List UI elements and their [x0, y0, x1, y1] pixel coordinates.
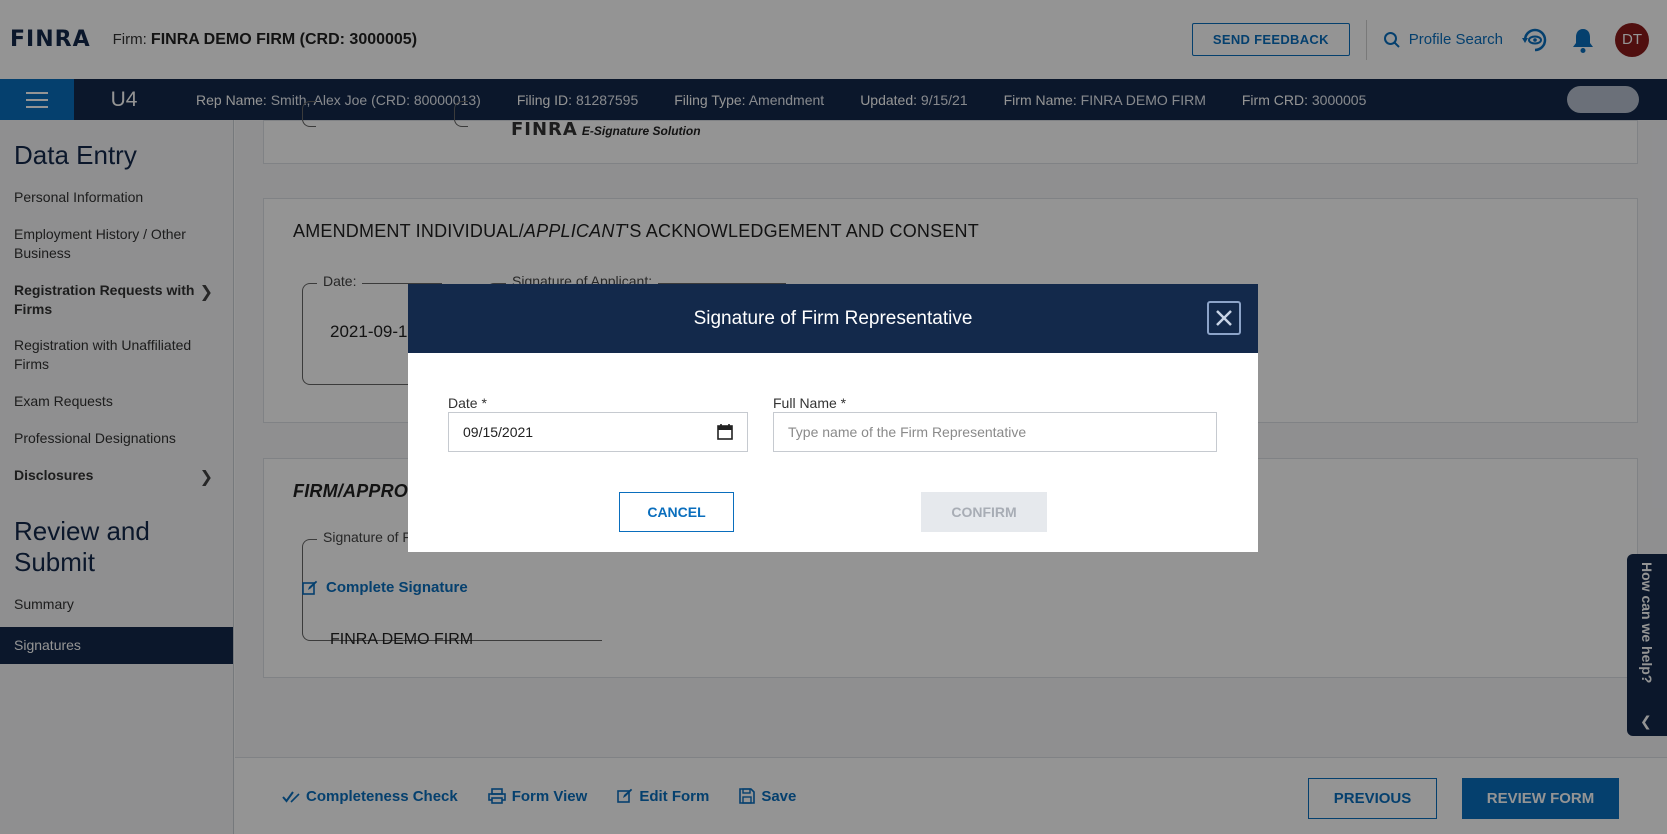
close-button[interactable]	[1207, 301, 1241, 335]
confirm-button[interactable]: CONFIRM	[921, 492, 1047, 532]
signature-modal: Signature of Firm Representative Date * …	[408, 284, 1258, 552]
cancel-button[interactable]: CANCEL	[619, 492, 734, 532]
modal-title: Signature of Firm Representative	[693, 307, 973, 329]
date-label: Date *	[448, 395, 487, 411]
modal-header: Signature of Firm Representative	[408, 284, 1258, 353]
date-input[interactable]: 09/15/2021	[448, 412, 748, 452]
full-name-input[interactable]: Type name of the Firm Representative	[773, 412, 1217, 452]
close-icon	[1216, 310, 1232, 326]
date-input-value: 09/15/2021	[463, 424, 534, 440]
full-name-label: Full Name *	[773, 395, 847, 411]
calendar-icon[interactable]	[717, 424, 733, 440]
